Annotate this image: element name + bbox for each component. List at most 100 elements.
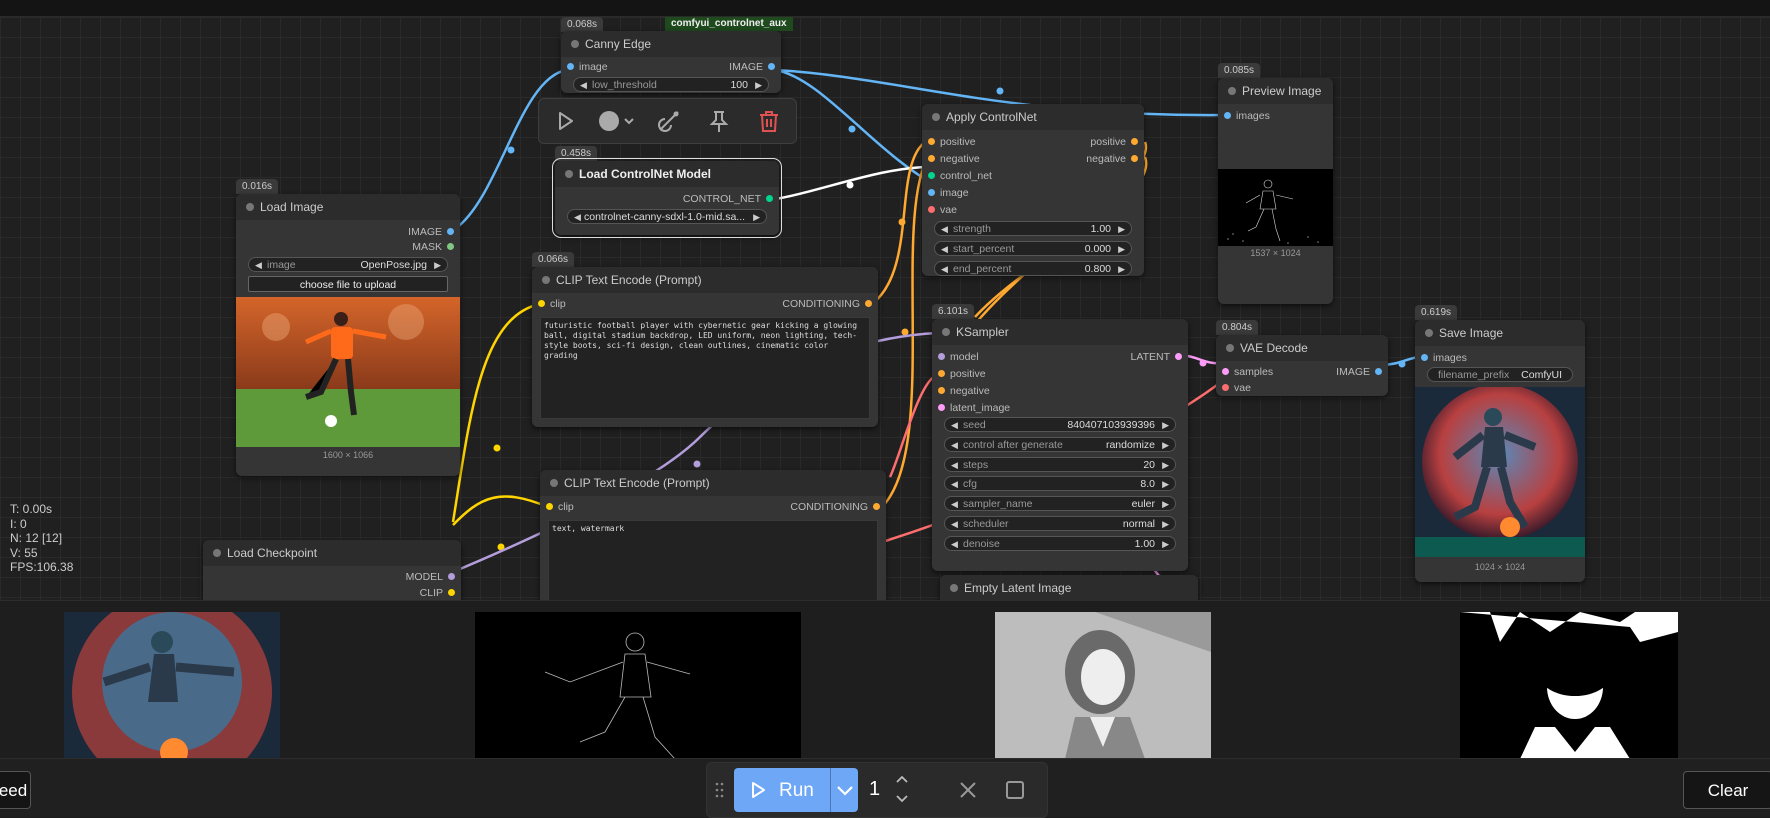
run-button[interactable]: Run bbox=[734, 768, 858, 812]
drag-handle-icon[interactable] bbox=[715, 781, 725, 799]
slot-dot[interactable] bbox=[928, 189, 935, 196]
decrement-arrow[interactable]: ◀ bbox=[574, 210, 581, 225]
slot-dot[interactable] bbox=[768, 63, 775, 70]
slot-dot[interactable] bbox=[873, 503, 880, 510]
increment-arrow[interactable]: ▶ bbox=[1162, 497, 1169, 512]
scheduler-widget[interactable]: ◀ scheduler normal ▶ bbox=[944, 516, 1176, 531]
slot-dot[interactable] bbox=[1224, 112, 1231, 119]
output-controlnet[interactable]: CONTROL_NET bbox=[683, 192, 775, 206]
decrement-arrow[interactable]: ◀ bbox=[941, 222, 948, 237]
seed-widget[interactable]: ◀ seed 840407103939396 ▶ bbox=[944, 417, 1176, 432]
increment-arrow[interactable]: ▶ bbox=[755, 78, 762, 93]
input-image[interactable]: image bbox=[926, 186, 969, 200]
load-image-node[interactable]: Load Image IMAGE MASK ◀ image OpenPose.j… bbox=[236, 194, 460, 476]
chevron-down-icon[interactable] bbox=[836, 782, 854, 798]
decrement-arrow[interactable]: ◀ bbox=[951, 438, 958, 453]
decrement-arrow[interactable]: ◀ bbox=[951, 477, 958, 492]
slot-dot[interactable] bbox=[447, 228, 454, 235]
filename-prefix-widget[interactable]: filename_prefix ComfyUI bbox=[1427, 367, 1573, 382]
apply-controlnet-node[interactable]: Apply ControlNet positive negative contr… bbox=[922, 104, 1144, 276]
square-icon[interactable] bbox=[1004, 779, 1026, 801]
slot-dot[interactable] bbox=[766, 195, 773, 202]
decrement-arrow[interactable]: ◀ bbox=[941, 242, 948, 257]
increment-arrow[interactable]: ▶ bbox=[753, 210, 760, 225]
clip-text-encode-negative-node[interactable]: CLIP Text Encode (Prompt) clip CONDITION… bbox=[540, 470, 886, 600]
increment-arrow[interactable]: ▶ bbox=[1162, 418, 1169, 433]
input-latent-image[interactable]: latent_image bbox=[936, 401, 1010, 415]
gallery-thumb-canny[interactable] bbox=[475, 612, 801, 759]
load-checkpoint-node[interactable]: Load Checkpoint MODEL CLIP bbox=[203, 540, 461, 600]
slot-dot[interactable] bbox=[1375, 368, 1382, 375]
slot-dot[interactable] bbox=[928, 138, 935, 145]
slot-dot[interactable] bbox=[1421, 354, 1428, 361]
increment-arrow[interactable]: ▶ bbox=[1118, 222, 1125, 237]
stepper-up-icon[interactable] bbox=[895, 774, 909, 784]
low-threshold-widget[interactable]: ◀ low_threshold 100 ▶ bbox=[573, 77, 769, 92]
clip-text-encode-positive-node[interactable]: CLIP Text Encode (Prompt) clip CONDITION… bbox=[532, 267, 878, 427]
output-positive[interactable]: positive bbox=[1090, 135, 1140, 149]
output-image[interactable]: IMAGE bbox=[408, 225, 456, 239]
increment-arrow[interactable]: ▶ bbox=[1162, 458, 1169, 473]
upload-button[interactable]: choose file to upload bbox=[248, 276, 448, 292]
load-controlnet-node[interactable]: Load ControlNet Model CONTROL_NET ◀ cont… bbox=[552, 158, 782, 238]
preview-image-node[interactable]: Preview Image images 1537 × 1024 bbox=[1218, 78, 1333, 304]
decrement-arrow[interactable]: ◀ bbox=[951, 517, 958, 532]
slot-dot[interactable] bbox=[938, 387, 945, 394]
vae-decode-node[interactable]: VAE Decode samples vae IMAGE bbox=[1216, 335, 1388, 396]
ksampler-node[interactable]: KSampler model positive negative latent_… bbox=[932, 319, 1188, 571]
increment-arrow[interactable]: ▶ bbox=[1162, 477, 1169, 492]
increment-arrow[interactable]: ▶ bbox=[1118, 242, 1125, 257]
input-control-net[interactable]: control_net bbox=[926, 169, 992, 183]
slot-dot[interactable] bbox=[448, 573, 455, 580]
decrement-arrow[interactable]: ◀ bbox=[951, 497, 958, 512]
output-mask[interactable]: MASK bbox=[412, 240, 456, 254]
sampler-name-widget[interactable]: ◀ sampler_name euler ▶ bbox=[944, 496, 1176, 511]
stepper-down-icon[interactable] bbox=[895, 794, 909, 804]
increment-arrow[interactable]: ▶ bbox=[434, 258, 441, 273]
cfg-widget[interactable]: ◀ cfg 8.0 ▶ bbox=[944, 476, 1176, 491]
controlnet-name-widget[interactable]: ◀ controlnet-canny-sdxl-1.0-mid.sa... ▶ bbox=[567, 209, 767, 224]
slot-dot[interactable] bbox=[546, 503, 553, 510]
decrement-arrow[interactable]: ◀ bbox=[580, 78, 587, 93]
slot-dot[interactable] bbox=[865, 300, 872, 307]
input-images[interactable]: images bbox=[1222, 109, 1270, 123]
strength-widget[interactable]: ◀ strength 1.00 ▶ bbox=[934, 221, 1132, 236]
slot-dot[interactable] bbox=[1175, 353, 1182, 360]
input-model[interactable]: model bbox=[936, 350, 979, 364]
slot-dot[interactable] bbox=[1222, 384, 1229, 391]
input-clip[interactable]: clip bbox=[544, 500, 574, 514]
denoise-widget[interactable]: ◀ denoise 1.00 ▶ bbox=[944, 536, 1176, 551]
slot-dot[interactable] bbox=[567, 63, 574, 70]
canny-edge-node[interactable]: Canny Edge image IMAGE ◀ low_threshold 1… bbox=[561, 31, 781, 93]
input-negative[interactable]: negative bbox=[926, 152, 980, 166]
control-after-generate-widget[interactable]: ◀ control after generate randomize ▶ bbox=[944, 437, 1176, 452]
decrement-arrow[interactable]: ◀ bbox=[951, 418, 958, 433]
close-icon[interactable] bbox=[957, 779, 979, 801]
decrement-arrow[interactable]: ◀ bbox=[951, 458, 958, 473]
input-vae[interactable]: vae bbox=[926, 203, 957, 217]
slot-dot[interactable] bbox=[538, 300, 545, 307]
clear-button[interactable]: Clear bbox=[1683, 771, 1770, 809]
start-percent-widget[interactable]: ◀ start_percent 0.000 ▶ bbox=[934, 241, 1132, 256]
slot-dot[interactable] bbox=[938, 370, 945, 377]
batch-count-input[interactable]: 1 bbox=[859, 768, 919, 812]
empty-latent-image-node[interactable]: Empty Latent Image bbox=[940, 575, 1198, 600]
decrement-arrow[interactable]: ◀ bbox=[951, 537, 958, 552]
input-images[interactable]: images bbox=[1419, 351, 1467, 365]
increment-arrow[interactable]: ▶ bbox=[1162, 438, 1169, 453]
end-percent-widget[interactable]: ◀ end_percent 0.800 ▶ bbox=[934, 261, 1132, 276]
input-positive[interactable]: positive bbox=[926, 135, 976, 149]
gallery-thumb-anime-gray[interactable] bbox=[995, 612, 1211, 759]
execute-button[interactable] bbox=[551, 107, 579, 135]
decrement-arrow[interactable]: ◀ bbox=[255, 258, 262, 273]
slot-dot[interactable] bbox=[928, 172, 935, 179]
output-conditioning[interactable]: CONDITIONING bbox=[782, 297, 874, 311]
steps-widget[interactable]: ◀ steps 20 ▶ bbox=[944, 457, 1176, 472]
gallery-thumb-anime-bw[interactable] bbox=[1460, 612, 1678, 759]
slot-dot[interactable] bbox=[938, 353, 945, 360]
slot-dot[interactable] bbox=[448, 589, 455, 596]
output-latent[interactable]: LATENT bbox=[1131, 350, 1184, 364]
increment-arrow[interactable]: ▶ bbox=[1118, 262, 1125, 277]
color-picker-button[interactable] bbox=[597, 107, 637, 135]
input-clip[interactable]: clip bbox=[536, 297, 566, 311]
